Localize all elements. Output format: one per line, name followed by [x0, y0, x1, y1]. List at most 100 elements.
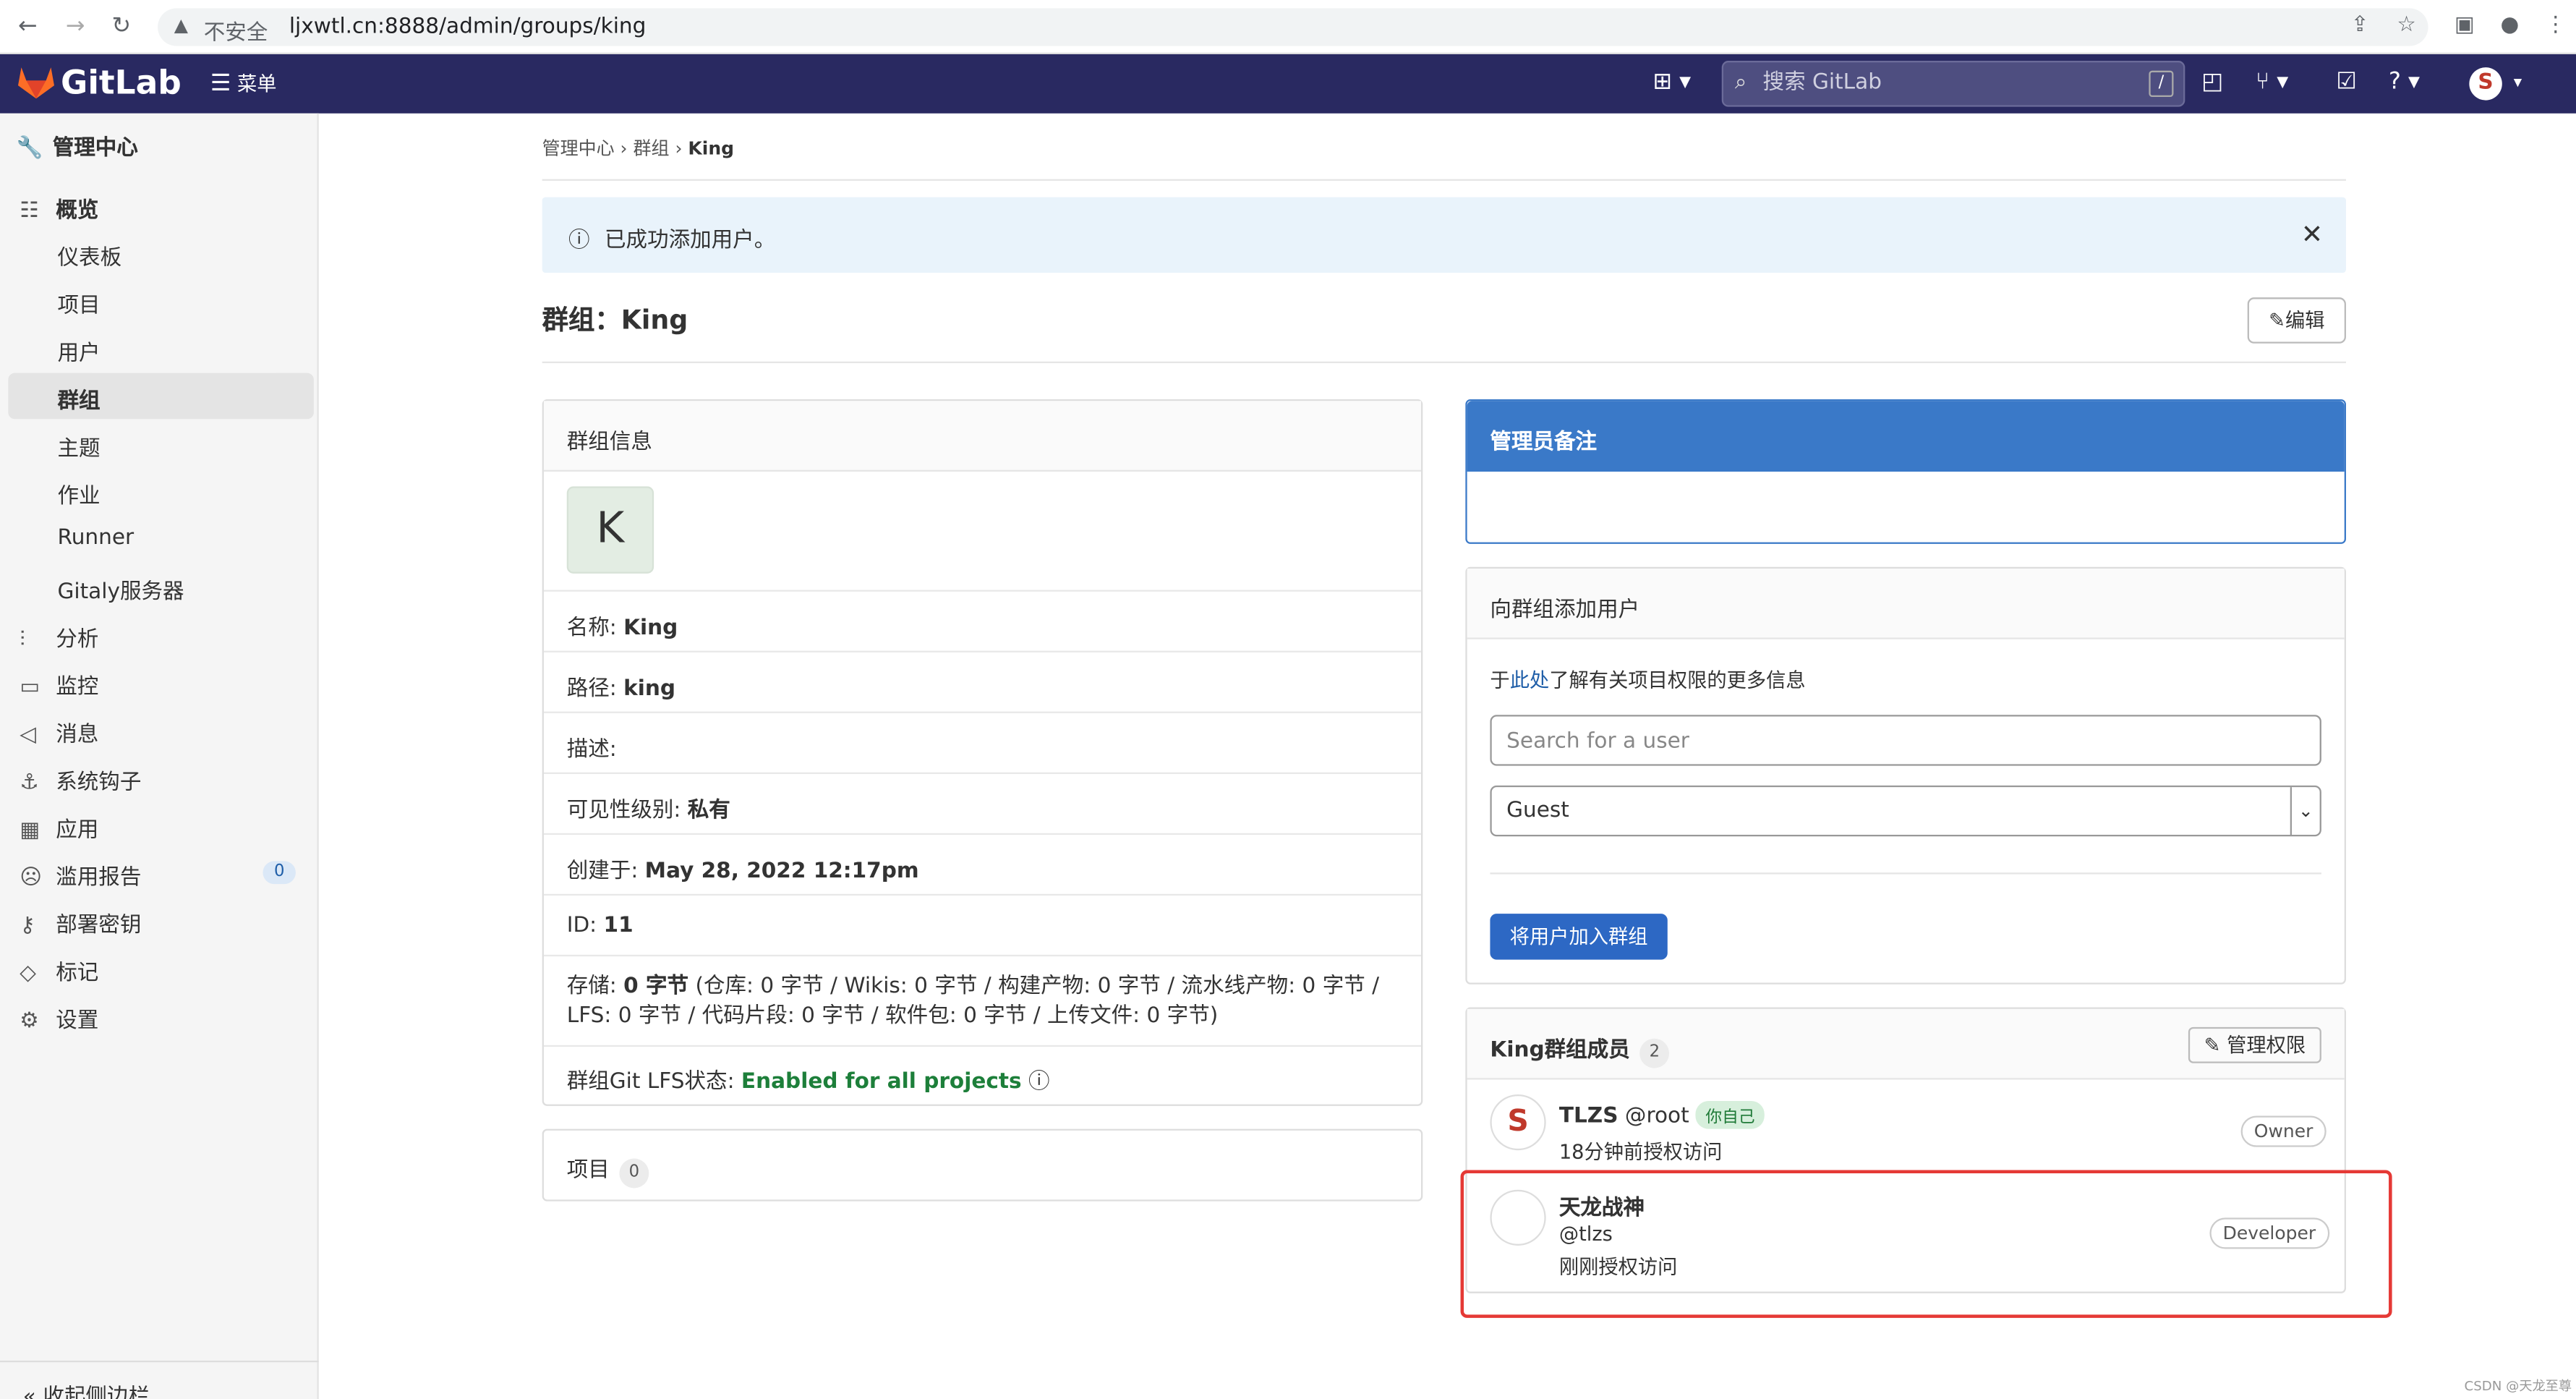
admin-notes-card: 管理员备注 — [1465, 399, 2346, 544]
breadcrumb-admin[interactable]: 管理中心 — [542, 138, 615, 160]
sidebar-item-label: 系统钩子 — [56, 770, 142, 796]
overview-icon: ☷ — [20, 198, 39, 224]
permissions-link[interactable]: 此处 — [1510, 669, 1550, 692]
star-icon[interactable]: ☆ — [2397, 13, 2415, 38]
more-icon[interactable]: ⋮ — [2545, 13, 2567, 38]
sidebar-item-deploy-keys[interactable]: ⚷ 部署密钥 — [20, 907, 141, 938]
add-to-group-button[interactable]: 将用户加入群组 — [1490, 914, 1668, 960]
sidebar-item-jobs[interactable]: 作业 — [58, 478, 101, 509]
hamburger-icon: ☰ — [210, 70, 231, 98]
wrench-icon: 🔧 — [16, 136, 43, 161]
sidebar-item-runners[interactable]: Runner — [58, 526, 135, 550]
storage-value: 0 字节 — [623, 974, 689, 1000]
member-access-time: 18分钟前授权访问 — [1558, 1140, 1723, 1164]
name-label: 名称: — [566, 616, 624, 641]
sidebar-item-label: 概览 — [56, 198, 99, 224]
visibility-row: 可见性级别: 私有 — [543, 772, 1422, 833]
share-icon[interactable]: ⇪ — [2351, 13, 2369, 38]
sidebar-item-messages[interactable]: ◁ 消息 — [20, 716, 98, 748]
sidepanel-icon[interactable]: ▣ — [2455, 13, 2475, 38]
search-input[interactable] — [1762, 70, 2125, 95]
storage-detail: (仓库: 0 字节 / Wikis: 0 字节 / 构建产物: 0 字节 / 流… — [566, 974, 1380, 1029]
edit-button[interactable]: ✎编辑 — [2247, 297, 2346, 344]
forward-icon[interactable]: → — [66, 13, 85, 39]
member-name-line: TLZS @root 你自己 — [1559, 1101, 1765, 1129]
sidebar-header[interactable]: 🔧 管理中心 — [17, 129, 138, 161]
member-name[interactable]: TLZS — [1559, 1105, 1618, 1129]
description-label: 描述: — [566, 737, 617, 763]
role-value: Guest — [1506, 799, 1569, 824]
manage-access-label: 管理权限 — [2227, 1033, 2306, 1057]
hint-suffix: 了解有关项目权限的更多信息 — [1549, 668, 1806, 692]
success-alert: ⓘ 已成功添加用户。 ✕ — [542, 197, 2346, 273]
brand-name[interactable]: GitLab — [61, 62, 182, 102]
search-icon: ⌕ — [1734, 70, 1747, 95]
sidebar-item-projects[interactable]: 项目 — [58, 288, 101, 319]
sidebar: 🔧 管理中心 ☷ 概览 仪表板 项目 用户 群组 主题 作业 Runner Gita… — [0, 113, 319, 1399]
group-info-card: 群组信息 K 名称: King 路径: king 描述: 可见性级别: 私有 创… — [542, 399, 1423, 1106]
todo-icon[interactable]: ☑ — [2336, 69, 2357, 95]
gitlab-logo-icon[interactable] — [17, 64, 56, 101]
collapse-label: 收起侧边栏 — [43, 1385, 150, 1399]
label-icon: ◇ — [20, 961, 36, 987]
storage-row: 存储: 0 字节 (仓库: 0 字节 / Wikis: 0 字节 / 构建产物:… — [543, 954, 1422, 1045]
manage-access-button[interactable]: ✎ 管理权限 — [2188, 1026, 2321, 1063]
divider — [542, 179, 2346, 181]
role-select[interactable]: Guest ⌄ — [1490, 785, 2321, 837]
user-search-input[interactable]: Search for a user — [1490, 715, 2321, 766]
sidebar-item-gitaly[interactable]: Gitaly服务器 — [58, 574, 184, 605]
key-icon: ⚷ — [20, 914, 35, 939]
breadcrumb-current[interactable]: King — [688, 138, 734, 160]
projects-label: 项目 — [566, 1158, 610, 1183]
url-text[interactable]: ljxwtl.cn:8888/admin/groups/king — [289, 14, 647, 39]
address-bar[interactable]: ▲ 不安全 ljxwtl.cn:8888/admin/groups/king — [158, 8, 2428, 46]
sidebar-item-topics[interactable]: 主题 — [58, 430, 101, 462]
hint-prefix: 于 — [1490, 668, 1510, 692]
sidebar-item-overview[interactable]: ☷ 概览 — [20, 192, 98, 224]
group-avatar: K — [566, 486, 654, 574]
sidebar-item-monitoring[interactable]: ▭ 监控 — [20, 669, 98, 700]
sidebar-item-applications[interactable]: ▦ 应用 — [20, 812, 98, 843]
members-count: 2 — [1639, 1038, 1670, 1068]
divider — [542, 361, 2346, 364]
lfs-value: Enabled for all projects — [741, 1069, 1022, 1094]
collapse-sidebar-button[interactable]: « 收起侧边栏 — [0, 1360, 319, 1399]
close-icon[interactable]: ✕ — [2301, 218, 2323, 250]
gear-icon: ⚙ — [20, 1008, 39, 1034]
sidebar-item-analytics[interactable]: ⫶ 分析 — [20, 621, 98, 652]
divider — [1490, 872, 2321, 875]
sidebar-item-groups[interactable]: 群组 — [58, 383, 101, 414]
path-value: king — [623, 676, 676, 702]
edit-label: 编辑 — [2285, 309, 2325, 332]
sidebar-header-label: 管理中心 — [52, 136, 138, 161]
sidebar-item-dashboard[interactable]: 仪表板 — [58, 240, 122, 271]
bullhorn-icon: ◁ — [20, 723, 36, 748]
grid-icon: ▦ — [20, 818, 40, 843]
back-icon[interactable]: ← — [18, 13, 38, 39]
projects-header[interactable]: 项目 0 — [544, 1131, 1421, 1188]
issues-icon[interactable]: ◰ — [2201, 69, 2223, 95]
menu-button[interactable]: ☰ 菜单 — [210, 69, 277, 97]
merge-requests-icon[interactable]: ⑂ ▾ — [2256, 69, 2288, 95]
reload-icon[interactable]: ↻ — [111, 13, 131, 39]
member-username: @root — [1624, 1104, 1689, 1129]
chevron-down-icon[interactable]: ▾ — [2514, 74, 2522, 92]
created-row: 创建于: May 28, 2022 12:17pm — [543, 833, 1422, 894]
avatar[interactable]: S — [1490, 1094, 1546, 1151]
breadcrumb-groups[interactable]: 群组 — [634, 138, 670, 160]
projects-card: 项目 0 — [542, 1128, 1423, 1202]
question-icon[interactable]: ⓘ — [1028, 1070, 1050, 1094]
group-info-header: 群组信息 — [543, 401, 1422, 472]
help-icon[interactable]: ? ▾ — [2389, 69, 2420, 95]
user-avatar[interactable]: S — [2469, 67, 2502, 101]
path-row: 路径: king — [543, 650, 1422, 712]
sidebar-item-label: 分析 — [56, 627, 99, 652]
new-item-icon[interactable]: ⊞ ▾ — [1652, 69, 1691, 95]
sidebar-item-abuse-reports[interactable]: ☹ 滥用报告 — [20, 859, 141, 890]
sidebar-item-users[interactable]: 用户 — [58, 335, 101, 367]
profile-icon[interactable]: ● — [2501, 13, 2520, 38]
search-box[interactable]: ⌕ / — [1721, 61, 2185, 107]
sidebar-item-hooks[interactable]: ⚓ 系统钩子 — [20, 764, 141, 795]
sidebar-item-settings[interactable]: ⚙ 设置 — [20, 1003, 98, 1034]
sidebar-item-labels[interactable]: ◇ 标记 — [20, 955, 98, 986]
